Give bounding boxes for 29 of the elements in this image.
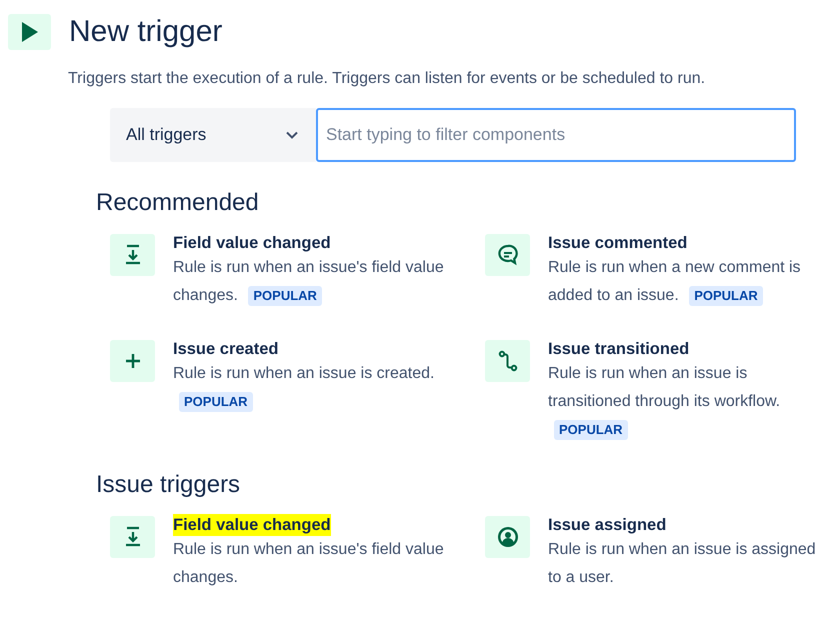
filter-field[interactable]: Start typing to filter components	[316, 108, 796, 162]
trigger-description: Rule is run when an issue's field value changes. POPULAR	[173, 258, 445, 308]
description-text: Triggers start the execution of a rule. Triggers can listen for events or be scheduled to run.	[68, 69, 706, 89]
trigger-description: Rule is run when an issue is created. POPULAR	[173, 360, 445, 416]
field-changed-icon	[110, 234, 155, 276]
trigger-title[interactable]: Issue created	[173, 338, 278, 360]
popular-tag: POPULAR	[248, 286, 322, 306]
trigger-description: Rule is run when an issue's field value changes.	[173, 540, 445, 588]
trigger-title[interactable]: Issue commented	[548, 232, 688, 254]
trigger-description: Rule is run when an issue is assigned to a user.	[548, 540, 817, 588]
popular-tag: POPULAR	[179, 392, 253, 412]
trigger-title[interactable]: Issue transitioned	[548, 338, 690, 360]
plus-icon	[110, 340, 155, 382]
popular-tag: POPULAR	[554, 420, 628, 440]
transition-icon	[485, 340, 530, 382]
popular-tag: POPULAR	[689, 286, 763, 306]
comment-icon	[485, 234, 530, 276]
trigger-description: Rule is run when a new comment is added to an issue. POPULAR	[548, 258, 802, 308]
trigger-title[interactable]: Issue assigned	[548, 514, 666, 536]
category-dropdown[interactable]: All triggers	[110, 108, 316, 162]
section-heading: Issue triggers	[96, 470, 242, 500]
field-changed-icon	[110, 516, 155, 558]
play-icon	[8, 14, 51, 50]
trigger-title[interactable]: Field value changed	[173, 514, 331, 536]
trigger-description: Rule is run when an issue is transitioned through its workflow. POPULAR	[548, 360, 831, 444]
user-icon	[485, 516, 530, 558]
trigger-title[interactable]: Field value changed	[173, 232, 331, 254]
section-heading: Recommended	[96, 188, 260, 218]
page-title: New trigger	[69, 14, 222, 50]
